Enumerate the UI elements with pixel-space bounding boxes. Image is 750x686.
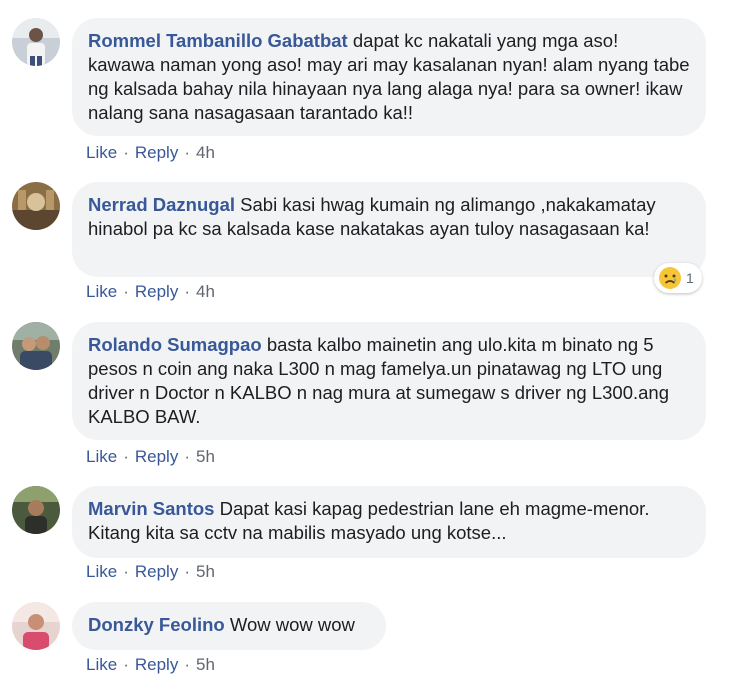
profile-photo — [12, 602, 60, 650]
comment-actions: Like · Reply · 4h — [86, 282, 215, 302]
separator: · — [123, 562, 129, 581]
avatar[interactable] — [12, 486, 60, 534]
profile-photo — [12, 18, 60, 66]
comment-bubble: Nerrad Daznugal Sabi kasi hwag kumain ng… — [72, 182, 706, 277]
separator: · — [184, 562, 190, 581]
comment-bubble: Rolando Sumagpao basta kalbo mainetin an… — [72, 322, 706, 440]
like-link[interactable]: Like — [86, 447, 117, 466]
separator: · — [184, 655, 190, 674]
profile-photo — [12, 486, 60, 534]
avatar[interactable] — [12, 182, 60, 230]
reply-link[interactable]: Reply — [135, 655, 178, 674]
comment-author[interactable]: Rommel Tambanillo Gabatbat — [88, 30, 348, 51]
comment-actions: Like · Reply · 4h — [86, 143, 215, 163]
separator: · — [123, 655, 129, 674]
comment-actions: Like · Reply · 5h — [86, 655, 215, 675]
comment-timestamp[interactable]: 5h — [196, 562, 215, 581]
profile-photo — [12, 182, 60, 230]
separator: · — [123, 143, 129, 162]
comment-bubble: Rommel Tambanillo Gabatbat dapat kc naka… — [72, 18, 706, 136]
comment-author[interactable]: Nerrad Daznugal — [88, 194, 235, 215]
comment-bubble: Donzky Feolino Wow wow wow — [72, 602, 386, 650]
sad-face-icon — [659, 267, 681, 289]
comment-author[interactable]: Rolando Sumagpao — [88, 334, 262, 355]
like-link[interactable]: Like — [86, 655, 117, 674]
comment-text: Wow wow wow — [229, 614, 355, 635]
reply-link[interactable]: Reply — [135, 562, 178, 581]
separator: · — [184, 282, 190, 301]
comment-bubble: Marvin Santos Dapat kasi kapag pedestria… — [72, 486, 706, 558]
comment-timestamp[interactable]: 4h — [196, 143, 215, 162]
comment-timestamp[interactable]: 4h — [196, 282, 215, 301]
like-link[interactable]: Like — [86, 562, 117, 581]
avatar[interactable] — [12, 18, 60, 66]
reply-link[interactable]: Reply — [135, 143, 178, 162]
profile-photo — [12, 322, 60, 370]
like-link[interactable]: Like — [86, 282, 117, 301]
avatar[interactable] — [12, 322, 60, 370]
comment-timestamp[interactable]: 5h — [196, 447, 215, 466]
reaction-count: 1 — [686, 270, 694, 286]
avatar[interactable] — [12, 602, 60, 650]
reply-link[interactable]: Reply — [135, 447, 178, 466]
reaction-summary[interactable]: 1 — [654, 263, 702, 293]
comment-actions: Like · Reply · 5h — [86, 447, 215, 467]
like-link[interactable]: Like — [86, 143, 117, 162]
separator: · — [184, 143, 190, 162]
separator: · — [184, 447, 190, 466]
comment-actions: Like · Reply · 5h — [86, 562, 215, 582]
reply-link[interactable]: Reply — [135, 282, 178, 301]
comment-author[interactable]: Marvin Santos — [88, 498, 214, 519]
separator: · — [123, 447, 129, 466]
comment-timestamp[interactable]: 5h — [196, 655, 215, 674]
separator: · — [123, 282, 129, 301]
comment-author[interactable]: Donzky Feolino — [88, 614, 225, 635]
